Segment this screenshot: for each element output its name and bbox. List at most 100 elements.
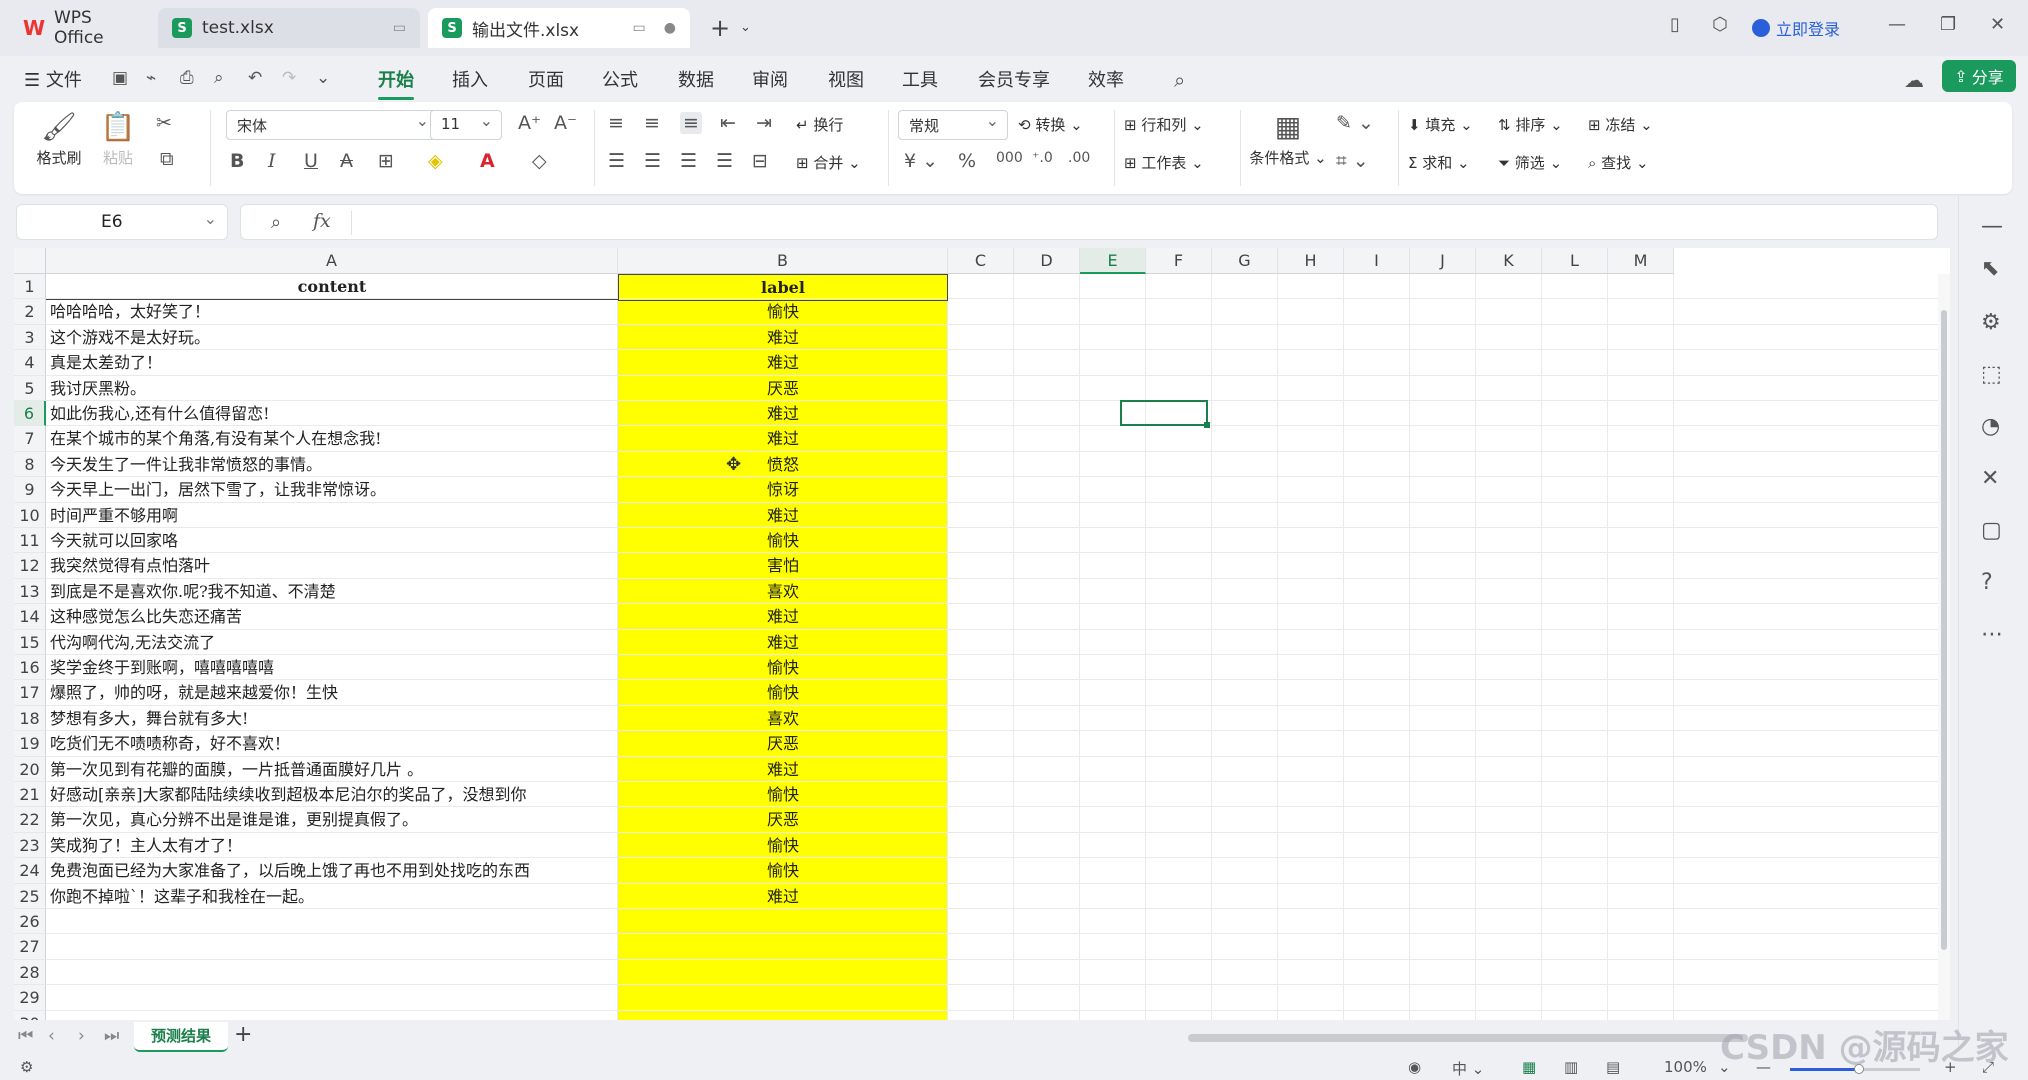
- sort-button[interactable]: ⇅ 排序 ⌄: [1498, 114, 1563, 135]
- cell-label[interactable]: 难过: [618, 630, 948, 655]
- cell-label[interactable]: 愉快: [618, 858, 948, 883]
- cell-label[interactable]: 喜欢: [618, 706, 948, 731]
- spreadsheet-grid[interactable]: ABCDEFGHIJKLM 1 2 3 4 5 6 7 8 9 10 11 12 13 14 15 16 17 1…: [14, 248, 1950, 1020]
- column-header-b[interactable]: B: [618, 248, 948, 274]
- row-header-18[interactable]: 18: [14, 705, 46, 732]
- menu-insert[interactable]: 插入: [452, 66, 488, 92]
- row-header-5[interactable]: 5: [14, 375, 46, 401]
- first-sheet-icon[interactable]: ⏮: [18, 1026, 33, 1046]
- decrease-font-icon[interactable]: A⁻: [554, 112, 577, 134]
- row-header-23[interactable]: 23: [14, 832, 46, 859]
- menu-tools[interactable]: 工具: [902, 66, 938, 92]
- more-chevron-icon[interactable]: ⌄: [316, 68, 330, 88]
- column-header-f[interactable]: F: [1146, 248, 1212, 274]
- link-icon[interactable]: ⌁: [146, 68, 156, 88]
- cell-content[interactable]: 我讨厌黑粉。: [50, 376, 616, 401]
- minimize-icon[interactable]: —: [1888, 14, 1906, 35]
- next-sheet-icon[interactable]: ›: [78, 1026, 85, 1046]
- cell-content[interactable]: 如此伤我心,还有什么值得留恋!: [50, 401, 616, 426]
- column-header-h[interactable]: H: [1278, 248, 1344, 274]
- increase-indent-icon[interactable]: ⇥: [756, 112, 772, 134]
- cell-content[interactable]: 真是太差劲了！: [50, 350, 616, 375]
- tab-test-xlsx[interactable]: S test.xlsx ▭: [158, 8, 420, 48]
- cell-content[interactable]: 今天发生了一件让我非常愤怒的事情。: [50, 452, 616, 477]
- italic-icon[interactable]: I: [268, 150, 276, 172]
- row-header-7[interactable]: 7: [14, 426, 46, 452]
- row-header-10[interactable]: 10: [14, 502, 46, 528]
- adjust-icon[interactable]: ⚙: [1981, 310, 2001, 335]
- column-header-m[interactable]: M: [1608, 248, 1674, 274]
- column-header-d[interactable]: D: [1014, 248, 1080, 274]
- sum-button[interactable]: Σ 求和 ⌄: [1408, 152, 1470, 173]
- menu-page[interactable]: 页面: [528, 66, 564, 92]
- menu-home[interactable]: 开始: [378, 66, 414, 100]
- row-header-19[interactable]: 19: [14, 731, 46, 757]
- tools-icon[interactable]: ✕: [1981, 466, 1999, 491]
- share-button[interactable]: ⇪ 分享: [1942, 60, 2016, 92]
- cell-label[interactable]: 难过: [618, 604, 948, 629]
- cell-label[interactable]: 愤怒: [618, 452, 948, 477]
- select-cursor-icon[interactable]: ⬉: [1981, 256, 1999, 281]
- monitor-icon[interactable]: ▭: [393, 20, 406, 36]
- filter-button[interactable]: ⏷ 筛选 ⌄: [1498, 152, 1562, 173]
- increase-font-icon[interactable]: A⁺: [518, 112, 541, 134]
- column-header-j[interactable]: J: [1410, 248, 1476, 274]
- font-size-select[interactable]: 11: [430, 110, 502, 140]
- cell-label[interactable]: 难过: [618, 401, 948, 426]
- vertical-scrollbar[interactable]: [1938, 274, 1950, 1020]
- cell-label[interactable]: 难过: [618, 426, 948, 451]
- font-color-icon[interactable]: A: [480, 150, 495, 172]
- tab-output-xlsx[interactable]: S 输出文件.xlsx ▭ ●: [428, 8, 690, 48]
- header-cell-content[interactable]: content: [46, 274, 618, 300]
- cell-content[interactable]: 梦想有多大，舞台就有多大!: [50, 706, 616, 731]
- row-header-21[interactable]: 21: [14, 782, 46, 808]
- cell-content[interactable]: 免费泡面已经为大家准备了，以后晚上饿了再也不用到处找吃的东西: [50, 858, 616, 883]
- name-box[interactable]: E6: [16, 204, 228, 240]
- cell-content[interactable]: 在某个城市的某个角落,有没有某个人在想念我!: [50, 426, 616, 451]
- login-button[interactable]: 立即登录: [1752, 16, 1840, 40]
- percent-button[interactable]: %: [958, 150, 976, 172]
- row-header-13[interactable]: 13: [14, 578, 46, 605]
- monitor-icon[interactable]: ▭: [633, 20, 646, 36]
- cell-content[interactable]: 奖学金终于到账啊，嘻嘻嘻嘻嘻: [50, 655, 616, 680]
- cell-label[interactable]: 厌恶: [618, 376, 948, 401]
- zoom-formula-icon[interactable]: ⌕: [271, 212, 281, 233]
- menu-data[interactable]: 数据: [678, 66, 714, 92]
- unsaved-dot-icon[interactable]: ●: [664, 20, 676, 36]
- cube-icon[interactable]: ⬡: [1712, 14, 1728, 35]
- cell-content[interactable]: 好感动[亲亲]大家都陆陆续续收到超极本尼泊尔的奖品了，没想到你: [50, 782, 616, 807]
- row-header-3[interactable]: 3: [14, 324, 46, 351]
- decrease-decimal-icon[interactable]: .00: [1068, 150, 1090, 166]
- cell-label[interactable]: 惊讶: [618, 477, 948, 502]
- clear-format-icon[interactable]: ◇: [532, 150, 547, 172]
- cell-content[interactable]: 代沟啊代沟,无法交流了: [50, 630, 616, 655]
- cell-content[interactable]: 这种感觉怎么比失恋还痛苦: [50, 604, 616, 629]
- cell-label[interactable]: 难过: [618, 503, 948, 528]
- cell-label[interactable]: 愉快: [618, 680, 948, 705]
- cell-content[interactable]: 我突然觉得有点怕落叶: [50, 553, 616, 578]
- column-header-e[interactable]: E: [1080, 248, 1146, 274]
- column-header-a[interactable]: A: [46, 248, 618, 274]
- column-header-g[interactable]: G: [1212, 248, 1278, 274]
- page-layout-icon[interactable]: ▥: [1564, 1058, 1578, 1076]
- zoom-level[interactable]: 100%: [1664, 1058, 1707, 1076]
- more-icon[interactable]: ⋯: [1981, 622, 2003, 647]
- transform-icon[interactable]: ⬚: [1981, 362, 2002, 387]
- align-left-icon[interactable]: ☰: [608, 150, 625, 172]
- cell-content[interactable]: 时间严重不够用啊: [50, 503, 616, 528]
- print-preview-icon[interactable]: ⌕: [214, 68, 224, 88]
- sheet-tab-prediction[interactable]: 预测结果: [134, 1022, 228, 1052]
- horizontal-scrollbar[interactable]: [1188, 1034, 1748, 1042]
- cell-content[interactable]: 今天早上一出门，居然下雪了，让我非常惊讶。: [50, 477, 616, 502]
- align-middle-icon[interactable]: ≡: [644, 112, 660, 134]
- column-header-i[interactable]: I: [1344, 248, 1410, 274]
- bold-icon[interactable]: B: [230, 150, 244, 172]
- reader-icon[interactable]: ▢: [1981, 518, 2002, 543]
- number-format-select[interactable]: 常规: [898, 110, 1008, 140]
- align-top-icon[interactable]: ≡: [608, 112, 624, 134]
- row-header-28[interactable]: 28: [14, 959, 46, 986]
- row-header-27[interactable]: 27: [14, 934, 46, 960]
- cell-content[interactable]: 你跑不掉啦`！这辈子和我栓在一起。: [50, 884, 616, 909]
- menu-review[interactable]: 审阅: [752, 66, 788, 92]
- row-header-1[interactable]: 1: [14, 274, 46, 300]
